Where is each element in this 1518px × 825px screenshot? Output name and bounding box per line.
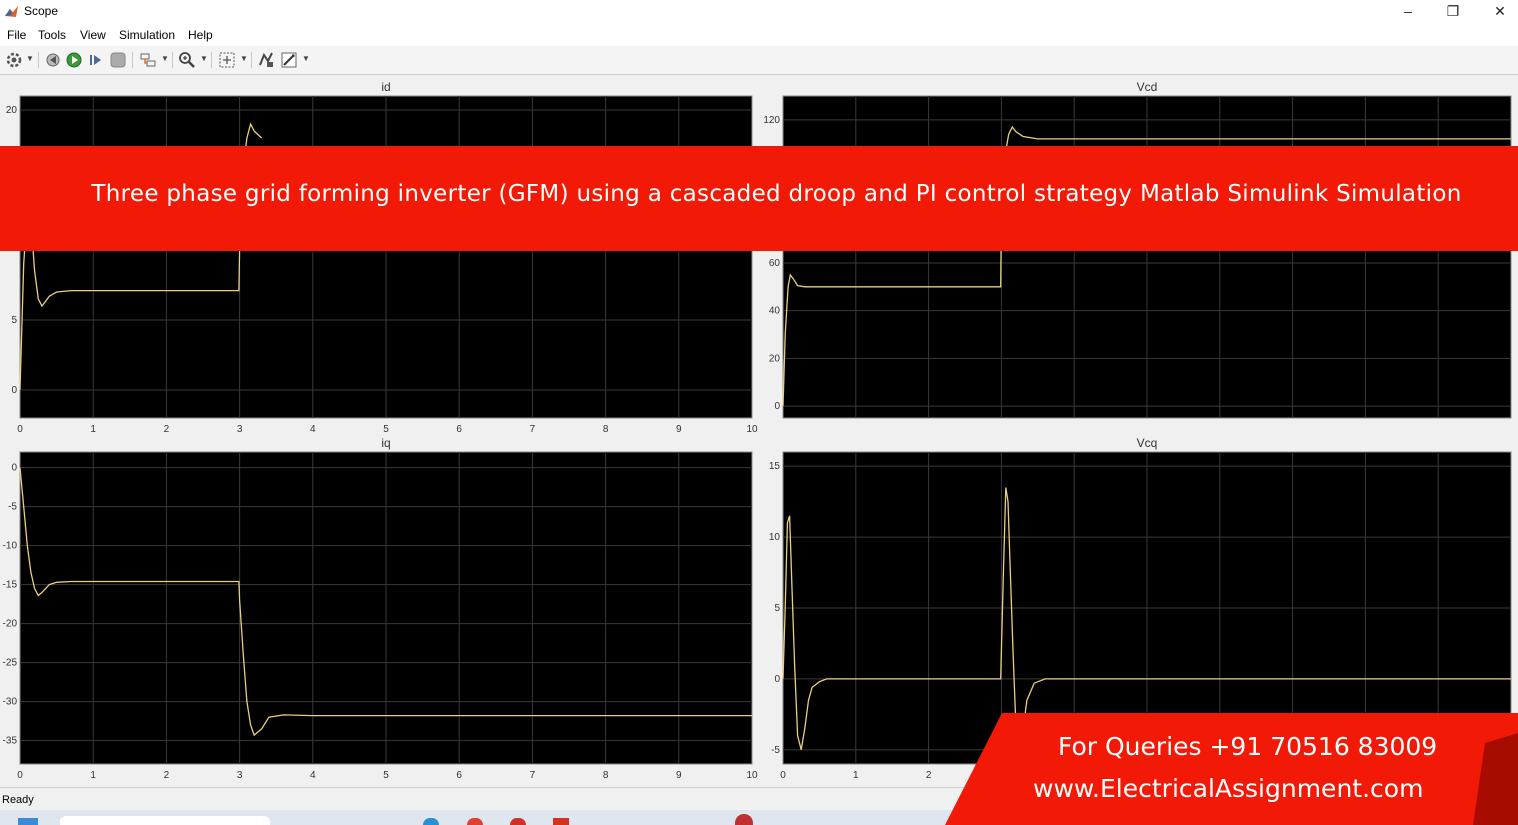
y-tick-label: 60 xyxy=(769,258,781,269)
y-tick-label: 0 xyxy=(11,385,17,396)
x-tick-label: 10 xyxy=(746,770,758,781)
y-tick-label: 40 xyxy=(769,306,781,317)
step-back-icon[interactable] xyxy=(43,50,63,70)
x-tick-label: 4 xyxy=(310,424,316,435)
contact-overlay: For Queries +91 70516 83009 www.Electric… xyxy=(945,713,1518,825)
matlab-icon xyxy=(4,4,19,19)
y-tick-label: 20 xyxy=(769,353,781,364)
y-tick-label: -15 xyxy=(3,580,18,591)
y-tick-label: 0 xyxy=(774,674,780,685)
toolbar: ▼ ▼ ▼ ▼ ▼ xyxy=(0,46,1518,75)
start-icon[interactable] xyxy=(18,818,38,825)
x-tick-label: 5 xyxy=(383,770,389,781)
menu-view[interactable]: View xyxy=(80,28,106,42)
settings-gear-icon[interactable] xyxy=(4,50,24,70)
toolbar-separator xyxy=(38,52,39,68)
x-tick-label: 7 xyxy=(530,424,536,435)
x-tick-label: 3 xyxy=(237,424,243,435)
x-tick-label: 10 xyxy=(746,424,758,435)
contact-banner-shape xyxy=(945,713,1518,825)
chevron-down-icon[interactable]: ▼ xyxy=(161,54,169,63)
contact-website[interactable]: www.ElectricalAssignment.com xyxy=(1033,774,1423,803)
menu-simulation[interactable]: Simulation xyxy=(119,28,175,42)
y-tick-label: 20 xyxy=(6,105,18,116)
app-icon[interactable] xyxy=(553,818,569,825)
toolbar-separator xyxy=(172,52,173,68)
x-tick-label: 7 xyxy=(530,770,536,781)
x-tick-label: 1 xyxy=(853,770,859,781)
restore-button[interactable]: ❐ xyxy=(1430,0,1476,24)
banner-text: Three phase grid forming inverter (GFM) … xyxy=(91,181,1462,207)
x-tick-label: 1 xyxy=(90,770,96,781)
toolbar-separator xyxy=(211,52,212,68)
x-tick-label: 0 xyxy=(780,770,786,781)
y-tick-label: 0 xyxy=(774,401,780,412)
y-tick-label: -35 xyxy=(3,736,18,747)
x-tick-label: 9 xyxy=(676,770,682,781)
toolbar-separator xyxy=(251,52,252,68)
y-tick-label: -25 xyxy=(3,658,18,669)
app-icon[interactable] xyxy=(510,818,526,825)
menu-file[interactable]: File xyxy=(7,28,26,42)
y-tick-label: -5 xyxy=(771,745,780,756)
run-icon[interactable] xyxy=(64,50,84,70)
chevron-down-icon[interactable]: ▼ xyxy=(26,54,34,63)
triggers-icon[interactable] xyxy=(256,50,276,70)
menu-tools[interactable]: Tools xyxy=(38,28,66,42)
x-tick-label: 4 xyxy=(310,770,316,781)
zoom-icon[interactable] xyxy=(177,50,197,70)
y-tick-label: -30 xyxy=(3,697,18,708)
cursor-measurements-icon[interactable] xyxy=(279,50,299,70)
chevron-down-icon[interactable]: ▼ xyxy=(240,54,248,63)
x-tick-label: 8 xyxy=(603,770,609,781)
window-title: Scope xyxy=(24,4,59,18)
y-tick-label: 5 xyxy=(11,315,17,326)
x-tick-label: 6 xyxy=(456,770,462,781)
y-tick-label: -10 xyxy=(3,541,18,552)
x-tick-label: 2 xyxy=(164,424,170,435)
toolbar-separator xyxy=(132,52,133,68)
x-tick-label: 0 xyxy=(17,424,23,435)
x-tick-label: 6 xyxy=(456,424,462,435)
stop-icon[interactable] xyxy=(108,50,128,70)
step-forward-icon[interactable] xyxy=(86,50,106,70)
highlight-block-icon[interactable] xyxy=(138,50,158,70)
y-tick-label: 15 xyxy=(769,461,781,472)
minimize-button[interactable]: – xyxy=(1385,0,1431,24)
title-bar: Scope – ❐ ✕ xyxy=(0,0,1518,24)
title-banner: Three phase grid forming inverter (GFM) … xyxy=(0,146,1518,251)
fit-to-view-icon[interactable] xyxy=(217,50,237,70)
y-tick-label: -5 xyxy=(8,502,17,513)
x-tick-label: 2 xyxy=(926,770,932,781)
x-tick-label: 1 xyxy=(90,424,96,435)
menu-help[interactable]: Help xyxy=(188,28,213,42)
close-button[interactable]: ✕ xyxy=(1477,0,1518,24)
x-tick-label: 0 xyxy=(17,770,23,781)
y-tick-label: 5 xyxy=(774,603,780,614)
app-icon[interactable] xyxy=(423,818,439,825)
menu-bar: File Tools View Simulation Help xyxy=(0,24,1518,46)
app-icon[interactable] xyxy=(467,818,483,825)
x-tick-label: 5 xyxy=(383,424,389,435)
app-icon[interactable] xyxy=(735,814,753,825)
chevron-down-icon[interactable]: ▼ xyxy=(200,54,208,63)
contact-phone: For Queries +91 70516 83009 xyxy=(1058,732,1438,761)
x-tick-label: 3 xyxy=(237,770,243,781)
x-tick-label: 2 xyxy=(164,770,170,781)
y-tick-label: 0 xyxy=(11,463,17,474)
status-text: Ready xyxy=(2,794,34,806)
x-tick-label: 9 xyxy=(676,424,682,435)
chevron-down-icon[interactable]: ▼ xyxy=(302,54,310,63)
taskbar-search-box[interactable] xyxy=(60,816,270,825)
y-tick-label: 120 xyxy=(763,115,780,126)
x-tick-label: 8 xyxy=(603,424,609,435)
y-tick-label: -20 xyxy=(3,619,18,630)
y-tick-label: 10 xyxy=(769,532,781,543)
